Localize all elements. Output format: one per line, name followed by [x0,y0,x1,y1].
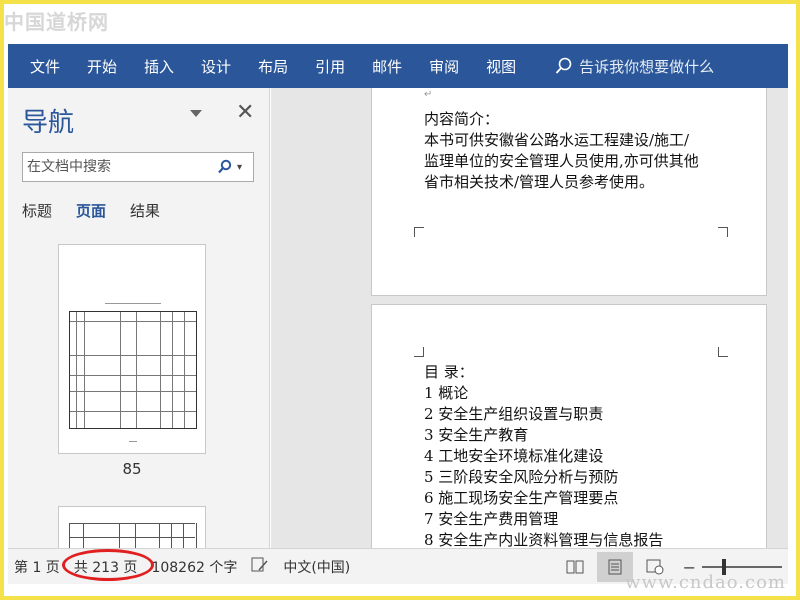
page-thumbnail[interactable] [58,506,206,548]
tab-home[interactable]: 开始 [87,56,117,77]
document-page[interactable]: 目 录： 1 概论 2 安全生产组织设置与职责 3 安全生产教育 4 工地安全环… [371,304,767,548]
navigation-pane: 导航 ✕ ▾ 标题 页面 结果 [8,88,270,548]
page-text-line: 1 概论 [424,384,469,402]
nav-search-box[interactable]: ▾ [22,152,254,182]
language-indicator[interactable]: 中文(中国) [283,557,350,577]
page-text-line: 8 安全生产内业资料管理与信息报告 [424,531,664,548]
margin-corner [414,347,424,357]
page-text-line: 6 施工现场安全生产管理要点 [424,489,619,507]
document-page[interactable]: ↵ 内容简介： 本书可供安徽省公路水运工程建设/施工/ 监理单位的安全管理人员使… [371,88,767,296]
tab-review[interactable]: 审阅 [429,56,459,77]
tab-mailings[interactable]: 邮件 [372,56,402,77]
lightbulb-search-icon [555,57,572,74]
thumb-page-number: 85 [122,460,142,478]
nav-tab-pages[interactable]: 页面 [76,200,106,221]
ribbon: 文件 开始 插入 设计 布局 引用 邮件 审阅 视图 告诉我你想要做什么 [8,44,788,88]
highlight-circle [61,548,154,581]
page-text-line: 7 安全生产费用管理 [424,510,559,528]
thumb-title-line [105,303,161,304]
app-window: 中国道桥网 文件 开始 插入 设计 布局 引用 邮件 审阅 视图 告诉我你想要做… [4,4,796,596]
tab-references[interactable]: 引用 [315,56,345,77]
page-thumbnail[interactable] [58,244,206,454]
thumb-table [69,311,197,429]
page-text-line: 本书可供安徽省公路水运工程建设/施工/ [424,131,690,149]
tab-insert[interactable]: 插入 [144,56,174,77]
total-pages: 共 213 页 [61,548,154,581]
thumb-footer-line [129,441,137,442]
search-input[interactable] [27,159,215,175]
page-text-line: 目 录： [424,363,474,381]
page-text-line: 2 安全生产组织设置与职责 [424,405,604,423]
watermark-text: 中国道桥网 [4,10,109,34]
tab-design[interactable]: 设计 [201,56,231,77]
search-icon[interactable] [217,159,233,175]
margin-corner [414,227,424,237]
tab-layout[interactable]: 布局 [258,56,288,77]
document-area[interactable]: ↵ 内容简介： 本书可供安徽省公路水运工程建设/施工/ 监理单位的安全管理人员使… [271,88,788,548]
page-text-line: 5 三阶段安全风险分析与预防 [424,468,619,486]
margin-corner [718,347,728,357]
chevron-down-icon[interactable]: ▾ [237,162,242,173]
margin-corner [718,227,728,237]
tell-me-text: 告诉我你想要做什么 [579,57,715,76]
tab-file[interactable]: 文件 [30,56,60,77]
nav-tabs: 标题 页面 结果 [22,200,184,221]
close-icon[interactable]: ✕ [236,102,254,124]
watermark-top: 中国道桥网 [4,4,796,44]
paragraph-mark: ↵ [424,89,433,100]
page-text-line: 省市相关技术/管理人员参考使用。 [424,173,655,191]
watermark-bottom: www.cndao.com [625,572,786,593]
chevron-down-icon[interactable] [190,110,202,117]
zoom-track[interactable] [702,559,782,575]
tab-view[interactable]: 视图 [486,56,516,77]
word-count[interactable]: 108262 个字 [151,557,237,577]
page-indicator[interactable]: 第 1 页 [14,557,60,577]
page-text-line: 内容简介： [424,110,500,128]
page-text-line: 监理单位的安全管理人员使用,亦可供其他 [424,152,699,170]
nav-title: 导航 [22,108,75,138]
page-text-line: 3 安全生产教育 [424,426,529,444]
read-mode-icon[interactable] [557,552,593,582]
nav-tab-results[interactable]: 结果 [130,200,160,221]
tell-me-box[interactable]: 告诉我你想要做什么 [555,56,714,77]
nav-tab-headings[interactable]: 标题 [22,200,52,221]
proofing-icon[interactable] [251,557,269,577]
page-text-line: 4 工地安全环境标准化建设 [424,447,604,465]
